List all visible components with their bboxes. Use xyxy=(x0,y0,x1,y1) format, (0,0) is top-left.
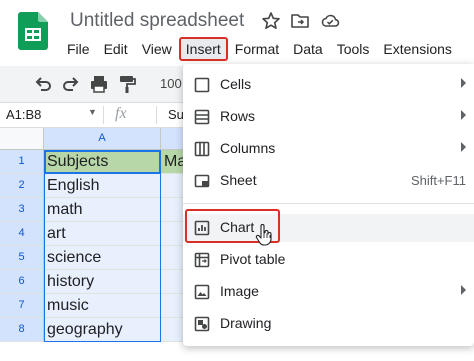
cells-icon xyxy=(194,77,210,93)
insert-sheet-label: Sheet xyxy=(220,172,257,188)
submenu-arrow-icon xyxy=(461,142,466,152)
active-cell-outline xyxy=(44,150,161,174)
print-icon[interactable] xyxy=(88,73,110,95)
insert-rows-item[interactable]: Rows xyxy=(183,103,474,131)
sheet-icon xyxy=(194,173,210,189)
image-icon xyxy=(194,284,210,300)
paint-format-icon[interactable] xyxy=(116,73,138,95)
row-header-1[interactable]: 1 xyxy=(0,150,44,174)
row-header-3[interactable]: 3 xyxy=(0,198,44,222)
submenu-arrow-icon xyxy=(461,110,466,120)
row-header-5[interactable]: 5 xyxy=(0,246,44,270)
menu-data[interactable]: Data xyxy=(286,38,330,60)
submenu-arrow-icon xyxy=(461,78,466,88)
redo-icon[interactable] xyxy=(60,73,82,95)
menu-edit[interactable]: Edit xyxy=(97,38,135,60)
column-header-a[interactable]: A xyxy=(44,128,161,150)
insert-cells-label: Cells xyxy=(220,76,252,92)
submenu-arrow-icon xyxy=(461,285,466,295)
zoom-select[interactable]: 100 xyxy=(160,76,182,91)
drawing-icon xyxy=(194,316,210,332)
sheets-logo-icon[interactable] xyxy=(18,12,48,50)
insert-drawing-item[interactable]: Drawing xyxy=(183,310,474,338)
divider xyxy=(103,106,104,124)
insert-image-item[interactable]: Image xyxy=(183,278,474,306)
fx-icon: fx xyxy=(115,105,127,122)
menu-tools[interactable]: Tools xyxy=(330,38,377,60)
menu-view[interactable]: View xyxy=(135,38,179,60)
insert-pivot-table-item[interactable]: Pivot table xyxy=(183,246,474,274)
rows-icon xyxy=(194,109,210,125)
menu-format[interactable]: Format xyxy=(228,38,286,60)
row-header-6[interactable]: 6 xyxy=(0,270,44,294)
insert-sheet-item[interactable]: Sheet Shift+F11 xyxy=(183,167,474,195)
hand-pointer-icon xyxy=(255,224,273,246)
document-title[interactable]: Untitled spreadsheet xyxy=(70,10,244,32)
row-header-7[interactable]: 7 xyxy=(0,294,44,318)
insert-pivot-table-label: Pivot table xyxy=(220,251,286,267)
menu-divider xyxy=(183,203,474,204)
select-all-corner[interactable] xyxy=(0,128,44,150)
selection-range-outline xyxy=(44,150,161,342)
menu-extensions[interactable]: Extensions xyxy=(376,38,458,60)
insert-rows-label: Rows xyxy=(220,108,256,124)
row-header-8[interactable]: 8 xyxy=(0,318,44,342)
insert-image-label: Image xyxy=(220,283,259,299)
divider xyxy=(156,106,157,124)
star-icon[interactable] xyxy=(261,11,281,31)
sheet-shortcut: Shift+F11 xyxy=(410,173,466,188)
row-header-4[interactable]: 4 xyxy=(0,222,44,246)
insert-drawing-label: Drawing xyxy=(220,315,272,331)
insert-columns-label: Columns xyxy=(220,140,276,156)
pivot-table-icon xyxy=(194,252,210,268)
menu-file[interactable]: File xyxy=(60,38,97,60)
insert-columns-item[interactable]: Columns xyxy=(183,135,474,163)
menu-insert[interactable]: Insert xyxy=(178,37,228,61)
insert-menu: Cells Rows Columns Sheet Shift+F11 Chart xyxy=(183,64,474,346)
name-box-dropdown-icon[interactable]: ▼ xyxy=(88,107,97,117)
undo-icon[interactable] xyxy=(32,73,54,95)
insert-cells-item[interactable]: Cells xyxy=(183,71,474,99)
name-box[interactable]: A1:B8 xyxy=(6,107,41,122)
columns-icon xyxy=(194,141,210,157)
row-header-2[interactable]: 2 xyxy=(0,174,44,198)
menu-bar: File Edit View Insert Format Data Tools … xyxy=(60,37,459,61)
cloud-status-icon[interactable] xyxy=(320,11,340,31)
move-to-folder-icon[interactable] xyxy=(290,11,310,31)
